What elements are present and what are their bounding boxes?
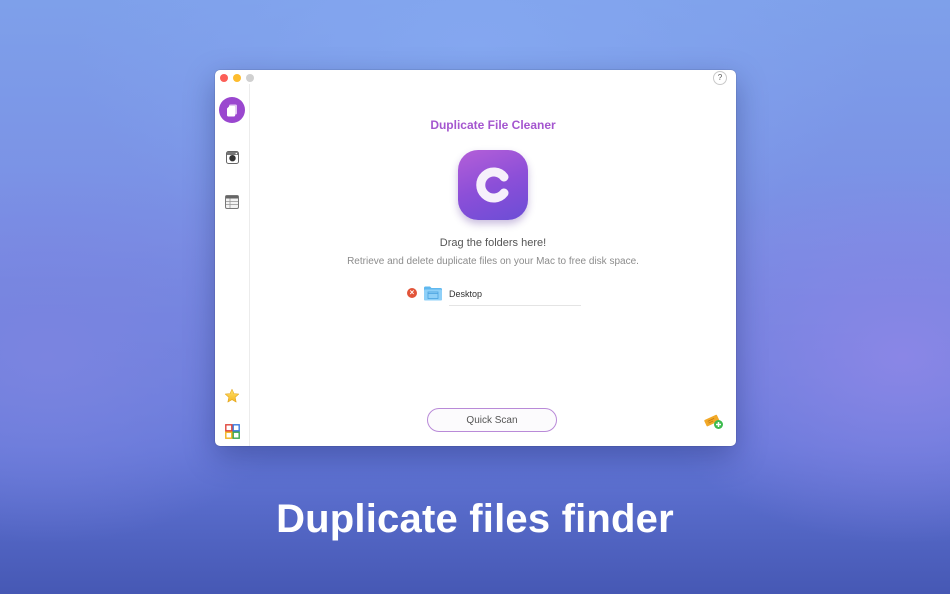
drag-instruction: Drag the folders here!: [439, 237, 547, 249]
add-license-button[interactable]: [704, 412, 724, 435]
promo-caption: Duplicate files finder: [276, 497, 674, 541]
app-logo-c-icon: [476, 167, 509, 203]
app-window: ? Duplicate File Cleaner Drag the folder…: [215, 70, 736, 446]
sidebar-item-rate[interactable]: [218, 382, 246, 410]
sidebar-item-duplicate-files[interactable]: [218, 96, 246, 124]
folder-list-item: × Desktop: [407, 284, 581, 306]
description-text: Retrieve and delete duplicate files on y…: [347, 256, 639, 267]
photo-camera-icon: [225, 150, 239, 164]
window-controls: [220, 74, 254, 82]
sidebar-item-more-apps[interactable]: [218, 417, 246, 445]
minimize-window-button[interactable]: [233, 74, 241, 82]
main-panel: Duplicate File Cleaner Drag the folders …: [250, 70, 736, 446]
app-logo: [458, 150, 528, 220]
close-window-button[interactable]: [220, 74, 228, 82]
more-apps-icon: [224, 423, 240, 439]
duplicate-files-icon: [219, 97, 245, 123]
folder-name: Desktop: [449, 289, 483, 299]
quick-scan-button[interactable]: Quick Scan: [427, 408, 557, 432]
app-title: Duplicate File Cleaner: [430, 118, 556, 132]
file-list-icon: [225, 195, 239, 209]
ticket-add-icon: [704, 414, 723, 429]
sidebar-item-photos[interactable]: [218, 143, 246, 171]
sidebar-item-file-list[interactable]: [218, 188, 246, 216]
folder-divider: [449, 305, 581, 306]
remove-folder-button[interactable]: ×: [407, 288, 417, 298]
sidebar: [215, 84, 250, 446]
folder-icon: [423, 285, 443, 306]
star-icon: [224, 388, 240, 403]
